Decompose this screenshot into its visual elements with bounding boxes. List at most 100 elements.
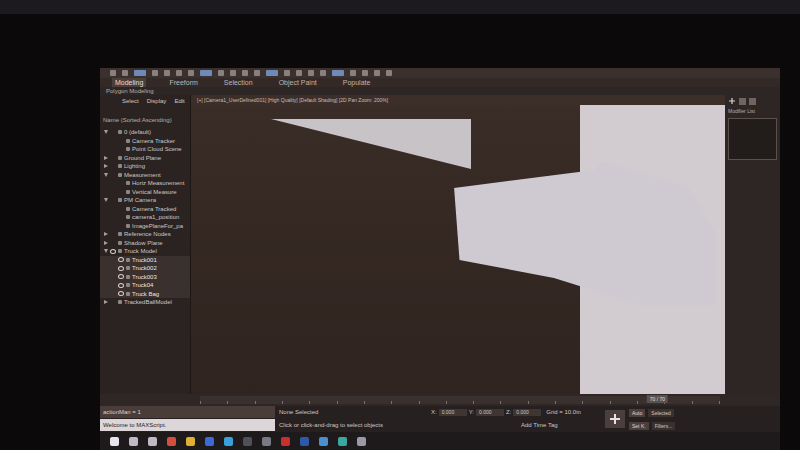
listener-line[interactable]: actionMan = 1: [100, 406, 275, 419]
tool-icon[interactable]: [110, 70, 116, 76]
max-icon[interactable]: [338, 437, 347, 446]
tool-icon[interactable]: [164, 70, 170, 76]
ribbon-subtitle[interactable]: Polygon Modeling: [106, 87, 154, 95]
tool-icon[interactable]: [188, 70, 194, 76]
key-filters[interactable]: Filters...: [652, 422, 676, 430]
store-icon[interactable]: [205, 437, 214, 446]
tree-row[interactable]: Shadow Plane: [100, 239, 190, 248]
z-field[interactable]: 0.000: [513, 409, 541, 416]
tree-row[interactable]: camera1_position: [100, 213, 190, 222]
tool-icon[interactable]: [386, 70, 392, 76]
key-mode-select[interactable]: Selected: [648, 409, 673, 417]
tree-row[interactable]: Ground Plane: [100, 154, 190, 163]
tree-row[interactable]: Truck04: [100, 281, 190, 290]
auto-key-button[interactable]: Auto: [629, 409, 645, 417]
tree-row[interactable]: Truck001: [100, 256, 190, 265]
explorer-icon[interactable]: [186, 437, 195, 446]
explorer-menu-item[interactable]: Edit: [174, 97, 184, 106]
eye-icon[interactable]: [118, 274, 124, 279]
explorer-menu-item[interactable]: Select: [122, 97, 139, 106]
start-icon[interactable]: [110, 437, 119, 446]
eye-icon[interactable]: [110, 300, 116, 305]
time-track[interactable]: 70 / 70: [200, 396, 720, 404]
tool-icon[interactable]: [332, 70, 344, 76]
tree-row[interactable]: Camera Tracker: [100, 137, 190, 146]
tree-row[interactable]: Vertical Measure: [100, 188, 190, 197]
eye-icon[interactable]: [118, 223, 124, 228]
tree-row[interactable]: Truck Model: [100, 247, 190, 256]
ribbon-tab[interactable]: Freeform: [166, 78, 200, 87]
eye-icon[interactable]: [110, 164, 116, 169]
tool-icon[interactable]: [200, 70, 212, 76]
expand-icon[interactable]: [104, 300, 108, 304]
modifier-stack[interactable]: [728, 118, 777, 160]
expand-icon[interactable]: [104, 164, 108, 168]
photos-icon[interactable]: [319, 437, 328, 446]
tree-row[interactable]: Point Cloud Scene: [100, 145, 190, 154]
collapse-icon[interactable]: [104, 173, 108, 177]
tool-icon[interactable]: [284, 70, 290, 76]
tool-icon[interactable]: [242, 70, 248, 76]
viewport[interactable]: [+] [Camera1_UserDefined001] [High Quali…: [191, 95, 725, 394]
eye-icon[interactable]: [118, 147, 124, 152]
eye-icon[interactable]: [110, 155, 116, 160]
tool-icon[interactable]: [218, 70, 224, 76]
eye-icon[interactable]: [118, 189, 124, 194]
eye-icon[interactable]: [118, 138, 124, 143]
tree-row[interactable]: Lighting: [100, 162, 190, 171]
tree-row[interactable]: Reference Nodes: [100, 230, 190, 239]
ribbon-tab[interactable]: Object Paint: [276, 78, 320, 87]
task-view-icon[interactable]: [148, 437, 157, 446]
tool-icon[interactable]: [374, 70, 380, 76]
tool-icon[interactable]: [230, 70, 236, 76]
tree-row[interactable]: Truck003: [100, 273, 190, 282]
tree-row[interactable]: 0 (default): [100, 128, 190, 137]
x-field[interactable]: 0.000: [439, 409, 467, 416]
maxscript-listener[interactable]: actionMan = 1Welcome to MAXScript.: [100, 406, 275, 432]
set-key-mode[interactable]: Set K.: [629, 422, 649, 430]
collapse-icon[interactable]: [104, 130, 108, 134]
eye-icon[interactable]: [110, 172, 116, 177]
tool-icon[interactable]: [176, 70, 182, 76]
tool-icon[interactable]: [152, 70, 158, 76]
filezilla-icon[interactable]: [281, 437, 290, 446]
collapse-icon[interactable]: [104, 249, 108, 253]
eye-icon[interactable]: [118, 257, 124, 262]
time-thumb[interactable]: 70 / 70: [647, 395, 668, 403]
tree-row[interactable]: ImagePlaneFor_pa: [100, 222, 190, 231]
expand-icon[interactable]: [104, 232, 108, 236]
word-icon[interactable]: [300, 437, 309, 446]
hierarchy-icon[interactable]: [749, 98, 756, 105]
ribbon-tab[interactable]: Selection: [221, 78, 256, 87]
eye-icon[interactable]: [118, 283, 124, 288]
modify-icon[interactable]: [739, 98, 746, 105]
set-key-button[interactable]: [605, 410, 625, 428]
search-icon[interactable]: [129, 437, 138, 446]
tree-row[interactable]: Horiz Measurement: [100, 179, 190, 188]
eye-icon[interactable]: [110, 198, 116, 203]
explorer-menu-item[interactable]: Display: [147, 97, 167, 106]
settings-icon[interactable]: [357, 437, 366, 446]
expand-icon[interactable]: [104, 241, 108, 245]
chrome-icon[interactable]: [167, 437, 176, 446]
eye-icon[interactable]: [118, 206, 124, 211]
explorer-header[interactable]: Name (Sorted Ascending): [100, 108, 190, 126]
eye-icon[interactable]: [118, 266, 124, 271]
tool-icon[interactable]: [122, 70, 128, 76]
ribbon-tab[interactable]: Modeling: [112, 78, 146, 87]
tool-icon[interactable]: [308, 70, 314, 76]
eye-icon[interactable]: [110, 240, 116, 245]
tool-icon[interactable]: [350, 70, 356, 76]
tree-row[interactable]: Truck Bag: [100, 290, 190, 299]
eye-icon[interactable]: [118, 215, 124, 220]
tool-icon[interactable]: [254, 70, 260, 76]
tool-icon[interactable]: [266, 70, 278, 76]
tree-row[interactable]: Measurement: [100, 171, 190, 180]
tree-row[interactable]: PM Camera: [100, 196, 190, 205]
ribbon-tab[interactable]: Populate: [340, 78, 374, 87]
eye-icon[interactable]: [118, 181, 124, 186]
tree-row[interactable]: Camera Tracked: [100, 205, 190, 214]
listener-line[interactable]: Welcome to MAXScript.: [100, 419, 275, 432]
calculator-icon[interactable]: [262, 437, 271, 446]
eye-icon[interactable]: [110, 249, 116, 254]
